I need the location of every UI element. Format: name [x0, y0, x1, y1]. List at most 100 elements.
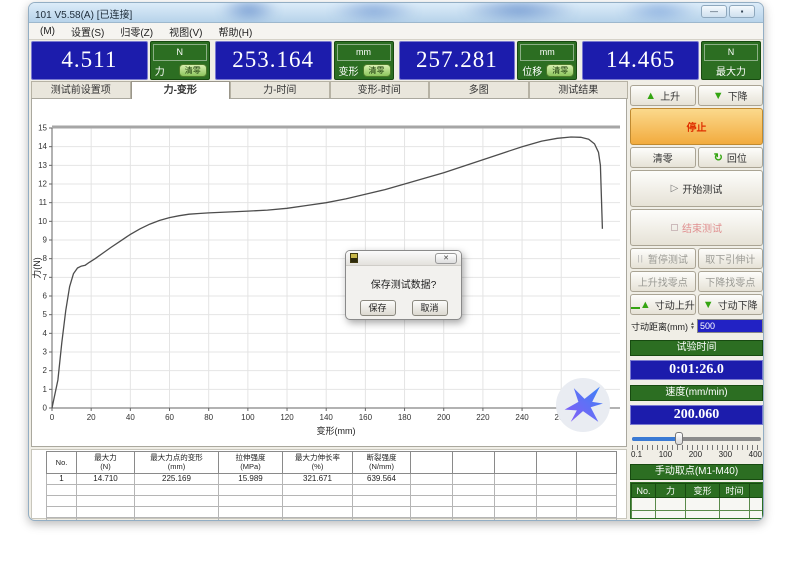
speed-slider[interactable]: 0.1 100 200 300 400 — [630, 432, 763, 459]
manual-cell — [632, 511, 656, 520]
manual-column-header: No. — [632, 484, 656, 498]
menu-view[interactable]: 视图(V) — [162, 23, 209, 40]
up-button[interactable]: ▲上升 — [630, 85, 696, 106]
slider-fill — [632, 437, 681, 441]
finish-test-button[interactable]: 结束测试 — [630, 209, 763, 246]
results-column-header: 最大力点的变形 (mm) — [135, 452, 219, 474]
checkbox-icon — [671, 224, 678, 231]
stop-button[interactable]: 停止 — [630, 108, 763, 145]
svg-text:3: 3 — [43, 348, 48, 357]
tab-pretest-settings[interactable]: 测试前设置项 — [31, 81, 131, 99]
dialog-close-button[interactable]: ✕ — [435, 253, 457, 264]
manual-cell — [656, 498, 686, 511]
results-cell: 14.710 — [77, 473, 135, 484]
return-home-button[interactable]: ↻回位 — [698, 147, 764, 168]
results-cell — [283, 484, 353, 495]
spinner-icon[interactable]: ▲▼ — [690, 322, 695, 330]
results-cell — [219, 517, 283, 521]
results-cell — [353, 484, 411, 495]
pause-icon: || — [638, 254, 644, 263]
readout-row: 4.511 N 力 清零 253.164 mm 变形 清零 — [31, 41, 761, 80]
results-cell: 1 — [47, 473, 77, 484]
svg-text:变形(mm): 变形(mm) — [317, 425, 356, 436]
manual-column-header: 力 — [656, 484, 686, 498]
menu-zero[interactable]: 归零(Z) — [113, 23, 160, 40]
results-cell — [411, 484, 453, 495]
maxforce-readout-group: 14.465 N 最大力 — [582, 41, 761, 80]
tab-multi-plot[interactable]: 多图 — [429, 81, 529, 99]
svg-text:160: 160 — [359, 413, 373, 422]
maxforce-unit-panel: N 最大力 — [701, 41, 761, 80]
results-cell — [353, 495, 411, 506]
deformation-unit-label: mm — [337, 44, 391, 61]
table-row — [47, 517, 617, 521]
tab-force-deformation[interactable]: 力-变形 — [131, 81, 231, 99]
glass-decoration — [329, 3, 419, 23]
slider-thumb[interactable] — [675, 432, 683, 445]
table-row — [47, 506, 617, 517]
jog-distance-input[interactable] — [697, 319, 763, 333]
results-cell — [47, 517, 77, 521]
manual-cell — [720, 511, 750, 520]
svg-text:9: 9 — [43, 236, 48, 245]
force-clear-button[interactable]: 清零 — [179, 64, 207, 77]
jog-distance-row: 寸动距离(mm) ▲▼ — [630, 317, 763, 335]
results-cell — [411, 517, 453, 521]
results-column-header: 断裂强度 (N/mm) — [353, 452, 411, 474]
svg-text:13: 13 — [38, 161, 47, 170]
force-unit-panel: N 力 清零 — [150, 41, 210, 80]
remove-extensometer-button[interactable]: 取下引伸计 — [698, 248, 764, 269]
menu-main[interactable]: (M) — [33, 25, 62, 38]
menu-settings[interactable]: 设置(S) — [64, 23, 111, 40]
jog-down-button[interactable]: ▼寸动下降 — [698, 294, 764, 315]
save-button[interactable]: 保存 — [360, 300, 396, 316]
slider-labels: 0.1 100 200 300 400 — [630, 450, 763, 459]
down-button[interactable]: ▼下降 — [698, 85, 764, 106]
speed-display: 200.060 — [630, 405, 763, 425]
results-cell — [135, 517, 219, 521]
results-cell — [495, 506, 537, 517]
return-arrow-icon: ↻ — [714, 153, 723, 163]
deformation-clear-button[interactable]: 清零 — [363, 64, 391, 77]
svg-text:14: 14 — [38, 142, 47, 151]
table-row — [47, 484, 617, 495]
dialog-message: 保存测试数据? — [346, 276, 461, 291]
results-cell — [495, 495, 537, 506]
pause-test-button[interactable]: ||暂停测试 — [630, 248, 696, 269]
svg-text:240: 240 — [515, 413, 529, 422]
jog-distance-label: 寸动距离(mm) — [631, 320, 688, 333]
results-column-header: 最大力 (N) — [77, 452, 135, 474]
zero-button[interactable]: 清零 — [630, 147, 696, 168]
jog-up-button[interactable]: ▲寸动上升 — [630, 294, 696, 315]
results-cell — [135, 506, 219, 517]
results-cell — [77, 506, 135, 517]
tab-deformation-time[interactable]: 变形-时间 — [330, 81, 430, 99]
results-cell — [577, 473, 617, 484]
results-cell — [353, 517, 411, 521]
svg-text:5: 5 — [43, 310, 48, 319]
results-cell — [219, 495, 283, 506]
window-aux-button[interactable]: ▪ — [729, 5, 755, 18]
start-test-button[interactable]: ▷开始测试 — [630, 170, 763, 207]
results-cell — [353, 506, 411, 517]
minimize-button[interactable]: — — [701, 5, 727, 18]
down-arrow-icon: ▼ — [713, 91, 724, 101]
results-column-header — [495, 452, 537, 474]
up-find-zero-button[interactable]: 上升找零点 — [630, 271, 696, 292]
title-bar: 101 V5.58(A) [已连接] — ▪ — [29, 3, 763, 23]
manual-column-header: 变形 — [686, 484, 720, 498]
tab-force-time[interactable]: 力-时间 — [230, 81, 330, 99]
results-cell — [453, 506, 495, 517]
glass-decoration — [459, 3, 579, 23]
down-find-zero-button[interactable]: 下降找零点 — [698, 271, 764, 292]
menu-help[interactable]: 帮助(H) — [211, 23, 259, 40]
displacement-clear-button[interactable]: 清零 — [546, 64, 574, 77]
results-cell — [77, 484, 135, 495]
results-cell: 225.169 — [135, 473, 219, 484]
svg-text:220: 220 — [476, 413, 490, 422]
tab-test-results[interactable]: 测试结果 — [529, 81, 629, 99]
cancel-button[interactable]: 取消 — [412, 300, 448, 316]
results-cell — [453, 473, 495, 484]
displacement-unit-label: mm — [520, 44, 574, 61]
svg-text:20: 20 — [87, 413, 96, 422]
